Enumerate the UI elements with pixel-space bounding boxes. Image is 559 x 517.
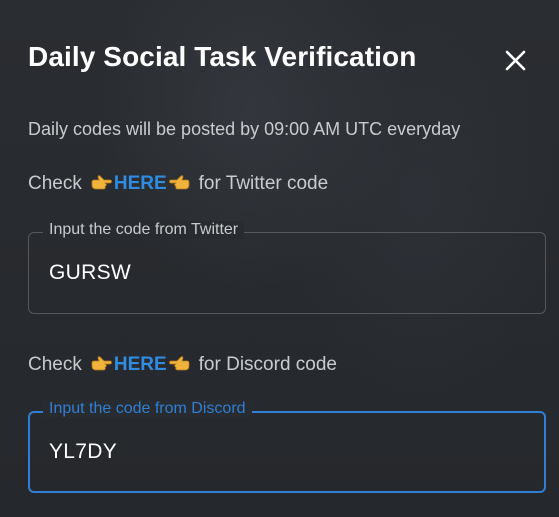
twitter-check-suffix: for Twitter code — [198, 173, 329, 194]
twitter-check-prefix: Check — [28, 173, 82, 194]
discord-code-label: Input the code from Discord — [43, 400, 252, 418]
hand-pointing-left-icon — [168, 174, 191, 194]
discord-check-line: Check HERE for Discord code — [28, 354, 337, 376]
discord-code-value[interactable]: YL7DY — [49, 440, 117, 464]
hand-pointing-right-icon — [90, 355, 112, 375]
twitter-code-value[interactable]: GURSW — [49, 261, 131, 285]
twitter-code-input[interactable]: Input the code from Twitter GURSW — [28, 221, 546, 314]
hand-pointing-right-icon — [90, 174, 112, 194]
discord-check-suffix: for Discord code — [198, 354, 337, 375]
dialog-title: Daily Social Task Verification — [28, 41, 417, 72]
close-button[interactable] — [498, 44, 534, 80]
discord-here-link[interactable]: HERE — [114, 354, 167, 376]
verification-dialog: Daily Social Task Verification Daily cod… — [0, 0, 559, 517]
notice-text: Daily codes will be posted by 09:00 AM U… — [28, 119, 461, 139]
discord-check-prefix: Check — [28, 354, 82, 375]
twitter-here-link[interactable]: HERE — [114, 173, 167, 195]
twitter-code-label: Input the code from Twitter — [43, 221, 245, 239]
twitter-check-line: Check HERE for Twitter code — [28, 173, 328, 195]
close-icon — [505, 50, 526, 71]
hand-pointing-left-icon — [168, 355, 191, 375]
discord-code-input[interactable]: Input the code from Discord YL7DY — [28, 400, 546, 493]
